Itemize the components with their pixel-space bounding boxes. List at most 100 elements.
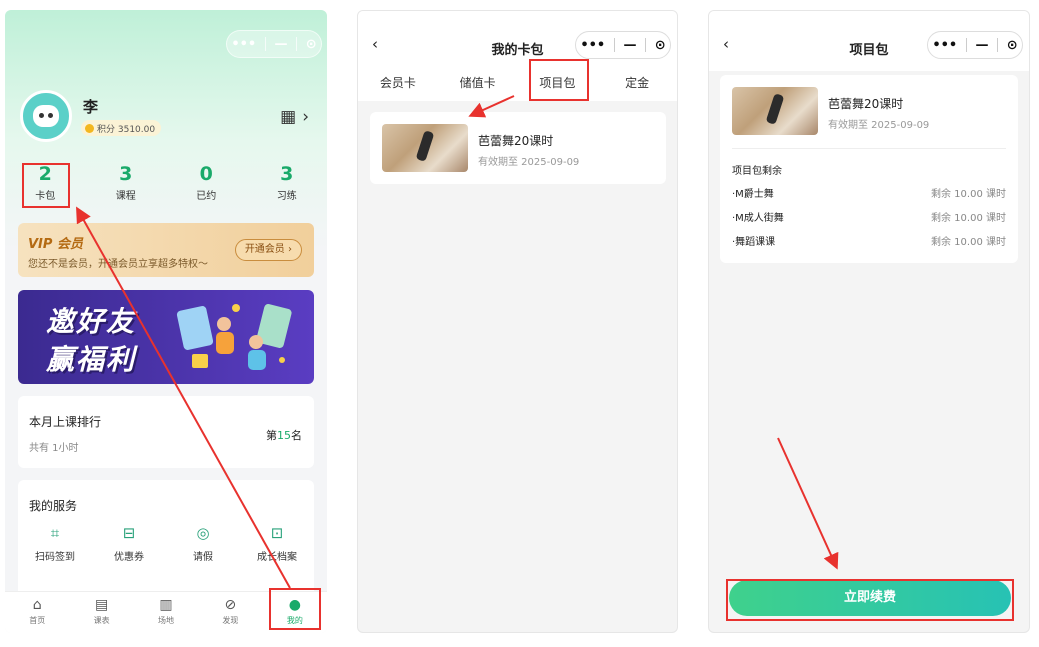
qr-code-icon: ▦ bbox=[280, 107, 297, 127]
stat-courses[interactable]: 3 课程 bbox=[86, 163, 167, 202]
remaining-row: ·M成人街舞 剩余 10.00 课时 bbox=[732, 209, 1006, 224]
coupon-icon: ⊟ bbox=[122, 524, 136, 542]
card-pack-screen: ‹ 我的卡包 ••• — ⊙ 会员卡 储值卡 项目包 定金 芭蕾舞20课时 有效… bbox=[357, 10, 678, 633]
course-name: ·M爵士舞 bbox=[732, 189, 774, 200]
ranking-position: 第15名 bbox=[266, 429, 302, 442]
course-remaining: 剩余 10.00 课时 bbox=[931, 237, 1006, 248]
monthly-ranking-card[interactable]: 本月上课排行 共有 1小时 第15名 bbox=[18, 396, 314, 468]
package-card[interactable]: 芭蕾舞20课时 有效期至 2025-09-09 bbox=[370, 112, 666, 184]
avatar-face-icon bbox=[33, 105, 59, 127]
archive-icon: ⊡ bbox=[270, 524, 284, 542]
course-name: ·M成人街舞 bbox=[732, 213, 784, 224]
highlight-renew-button bbox=[726, 579, 1014, 621]
scan-icon: ⌗ bbox=[50, 524, 60, 542]
close-icon[interactable]: ⊙ bbox=[655, 38, 666, 53]
package-detail-card: 芭蕾舞20课时 有效期至 2025-09-09 项目包剩余 ·M爵士舞 剩余 1… bbox=[720, 75, 1018, 263]
vip-promo-card[interactable]: VIP 会员 您还不是会员，开通会员立享超多特权～ 开通会员 › bbox=[18, 223, 314, 277]
banner-illustration bbox=[176, 304, 292, 370]
capsule-divider bbox=[645, 38, 647, 52]
service-label: 请假 bbox=[193, 552, 213, 563]
stat-booked[interactable]: 0 已约 bbox=[166, 163, 247, 202]
home-icon: ⌂ bbox=[32, 597, 42, 613]
invite-friends-banner[interactable]: 邀好友 赢福利 bbox=[18, 290, 314, 384]
stat-value: 3 bbox=[119, 163, 133, 185]
ranking-hours: 共有 1小时 bbox=[29, 443, 79, 454]
capsule-divider bbox=[264, 37, 266, 51]
leave-icon: ◎ bbox=[196, 524, 210, 542]
ballet-thumbnail bbox=[382, 124, 468, 172]
capsule-divider bbox=[997, 38, 999, 52]
course-remaining: 剩余 10.00 课时 bbox=[931, 189, 1006, 200]
package-name: 芭蕾舞20课时 bbox=[828, 97, 904, 111]
tab-stored-value-card[interactable]: 储值卡 bbox=[438, 71, 518, 101]
capsule-divider bbox=[296, 37, 298, 51]
stat-label: 已约 bbox=[196, 191, 217, 202]
services-title: 我的服务 bbox=[29, 499, 78, 513]
more-icon[interactable]: ••• bbox=[580, 38, 605, 53]
remaining-row: ·M爵士舞 剩余 10.00 课时 bbox=[732, 185, 1006, 200]
tab-home[interactable]: ⌂ 首页 bbox=[5, 592, 69, 633]
course-remaining: 剩余 10.00 课时 bbox=[931, 213, 1006, 224]
service-label: 成长档案 bbox=[257, 552, 297, 563]
tab-schedule[interactable]: ▤ 课表 bbox=[69, 592, 133, 633]
open-vip-button[interactable]: 开通会员 › bbox=[234, 239, 302, 261]
miniprogram-capsule[interactable]: ••• — ⊙ bbox=[226, 30, 322, 58]
remaining-row: ·舞蹈课课 剩余 10.00 课时 bbox=[732, 233, 1006, 248]
more-icon[interactable]: ••• bbox=[932, 38, 957, 53]
stat-value: 3 bbox=[280, 163, 294, 185]
package-expiry: 有效期至 2025-09-09 bbox=[478, 157, 580, 168]
user-name: 李 bbox=[83, 98, 99, 116]
highlight-project-package-tab bbox=[529, 59, 589, 101]
divider bbox=[732, 148, 1006, 149]
minimize-icon[interactable]: — bbox=[624, 38, 637, 53]
service-coupons[interactable]: ⊟ 优惠券 bbox=[92, 524, 166, 563]
package-name: 芭蕾舞20课时 bbox=[478, 134, 554, 148]
package-expiry: 有效期至 2025-09-09 bbox=[828, 120, 930, 131]
package-detail-screen: ‹ 项目包 ••• — ⊙ 芭蕾舞20课时 有效期至 2025-09-09 项目… bbox=[708, 10, 1030, 633]
service-scan-checkin[interactable]: ⌗ 扫码签到 bbox=[18, 524, 92, 563]
vip-subtitle: 您还不是会员，开通会员立享超多特权～ bbox=[28, 259, 208, 270]
stat-practice[interactable]: 3 习练 bbox=[247, 163, 328, 202]
qr-code-button[interactable]: ▦ › bbox=[280, 107, 309, 127]
stat-label: 习练 bbox=[276, 191, 297, 202]
tab-discover[interactable]: ⊘ 发现 bbox=[198, 592, 262, 633]
tab-label: 课表 bbox=[93, 616, 110, 625]
venue-icon: ▥ bbox=[159, 597, 173, 613]
more-icon[interactable]: ••• bbox=[231, 37, 256, 52]
banner-line2: 赢福利 bbox=[46, 343, 137, 376]
highlight-tab-mine bbox=[269, 588, 321, 630]
stat-label: 课程 bbox=[115, 191, 136, 202]
my-services-card: 我的服务 ⌗ 扫码签到 ⊟ 优惠券 ◎ 请假 ⊡ 成长档案 bbox=[18, 480, 314, 600]
tab-venue[interactable]: ▥ 场地 bbox=[134, 592, 198, 633]
service-label: 优惠券 bbox=[114, 552, 144, 563]
miniprogram-capsule[interactable]: ••• — ⊙ bbox=[927, 31, 1023, 59]
minimize-icon[interactable]: — bbox=[976, 38, 989, 53]
profile-screen: ••• — ⊙ 李 积分 3510.00 ▦ › 2 卡包 3 课程 0 已约 … bbox=[5, 10, 327, 633]
miniprogram-capsule[interactable]: ••• — ⊙ bbox=[575, 31, 671, 59]
banner-line1: 邀好友 bbox=[46, 305, 137, 338]
coin-icon bbox=[85, 123, 94, 133]
avatar[interactable] bbox=[20, 90, 72, 142]
compass-icon: ⊘ bbox=[224, 597, 237, 613]
capsule-divider bbox=[613, 38, 615, 52]
tab-deposit[interactable]: 定金 bbox=[597, 71, 677, 101]
close-icon[interactable]: ⊙ bbox=[306, 37, 317, 52]
tab-label: 首页 bbox=[29, 616, 46, 625]
tab-label: 发现 bbox=[222, 616, 239, 625]
service-leave[interactable]: ◎ 请假 bbox=[166, 524, 240, 563]
chevron-right-icon: › bbox=[302, 107, 309, 127]
schedule-icon: ▤ bbox=[94, 597, 109, 613]
points-label: 积分 3510.00 bbox=[97, 124, 156, 135]
highlight-card-pack bbox=[22, 163, 70, 208]
card-type-tabs: 会员卡 储值卡 项目包 定金 bbox=[358, 71, 677, 101]
course-name: ·舞蹈课课 bbox=[732, 237, 776, 248]
points-badge[interactable]: 积分 3510.00 bbox=[81, 120, 162, 136]
tab-member-card[interactable]: 会员卡 bbox=[358, 71, 438, 101]
close-icon[interactable]: ⊙ bbox=[1007, 38, 1018, 53]
service-growth-archive[interactable]: ⊡ 成长档案 bbox=[240, 524, 314, 563]
capsule-divider bbox=[965, 38, 967, 52]
service-label: 扫码签到 bbox=[35, 552, 75, 563]
stat-value: 0 bbox=[199, 163, 213, 185]
remaining-title: 项目包剩余 bbox=[732, 166, 782, 177]
minimize-icon[interactable]: — bbox=[275, 37, 288, 52]
